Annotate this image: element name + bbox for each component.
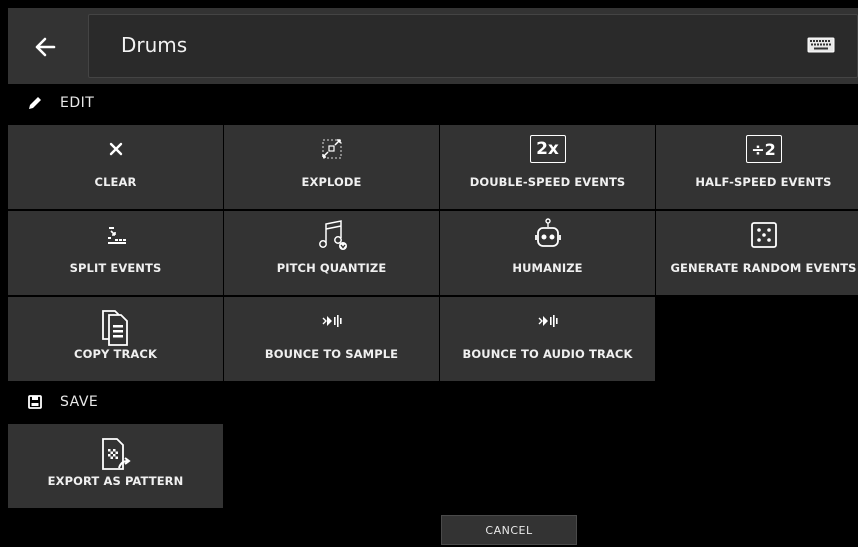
bounce-icon — [224, 297, 439, 341]
bounce-to-sample-label: BOUNCE TO SAMPLE — [264, 347, 399, 361]
double-speed-events-label: DOUBLE-SPEED EVENTS — [469, 175, 626, 189]
half-speed-events-label: HALF-SPEED EVENTS — [695, 175, 832, 189]
double-speed-icon-text: 2x — [536, 139, 559, 159]
explode-button[interactable]: EXPLODE — [224, 125, 439, 209]
pencil-icon — [26, 94, 44, 112]
double-speed-icon: 2x — [440, 125, 655, 169]
copy-track-button[interactable]: COPY TRACK — [8, 297, 223, 381]
humanize-label: HUMANIZE — [512, 261, 583, 275]
half-speed-events-button[interactable]: ÷2 HALF-SPEED EVENTS — [656, 125, 858, 209]
pitch-quantize-button[interactable]: PITCH QUANTIZE — [224, 211, 439, 295]
copy-track-label: COPY TRACK — [74, 347, 157, 361]
floppy-icon — [26, 393, 44, 411]
header-bar: Drums — [8, 8, 858, 84]
explode-label: EXPLODE — [301, 175, 362, 189]
half-speed-icon-text: ÷2 — [751, 139, 776, 159]
copy-track-icon — [8, 297, 223, 347]
dice-icon — [656, 211, 858, 255]
arrow-left-icon — [35, 37, 56, 57]
pitch-quantize-icon — [224, 211, 439, 255]
robot-icon — [440, 211, 655, 255]
bounce-to-sample-button[interactable]: BOUNCE TO SAMPLE — [224, 297, 439, 381]
split-events-icon — [8, 211, 223, 255]
export-as-pattern-button[interactable]: EXPORT AS PATTERN — [8, 424, 223, 508]
save-section-header: SAVE — [8, 382, 858, 422]
save-section-label: SAVE — [60, 394, 99, 410]
explode-icon — [224, 125, 439, 169]
bounce-to-audio-track-label: BOUNCE TO AUDIO TRACK — [462, 347, 633, 361]
clear-label: CLEAR — [94, 175, 137, 189]
edit-section-header: EDIT — [8, 83, 858, 123]
clear-button[interactable]: CLEAR — [8, 125, 223, 209]
half-speed-icon: ÷2 — [656, 125, 858, 169]
edit-section-label: EDIT — [60, 95, 95, 111]
keyboard-button[interactable] — [807, 37, 835, 57]
pitch-quantize-label: PITCH QUANTIZE — [276, 261, 387, 275]
humanize-button[interactable]: HUMANIZE — [440, 211, 655, 295]
keyboard-icon — [807, 37, 835, 53]
split-events-label: SPLIT EVENTS — [69, 261, 162, 275]
export-as-pattern-label: EXPORT AS PATTERN — [47, 474, 184, 488]
track-name: Drums — [121, 33, 188, 57]
close-icon — [8, 125, 223, 169]
cancel-button[interactable]: CANCEL — [441, 515, 577, 545]
export-pattern-icon — [8, 424, 223, 474]
double-speed-events-button[interactable]: 2x DOUBLE-SPEED EVENTS — [440, 125, 655, 209]
generate-random-events-button[interactable]: GENERATE RANDOM EVENTS — [656, 211, 858, 295]
bounce-icon — [440, 297, 655, 341]
track-name-field[interactable]: Drums — [88, 14, 858, 78]
generate-random-events-label: GENERATE RANDOM EVENTS — [670, 261, 857, 275]
back-button[interactable] — [28, 30, 62, 64]
split-events-button[interactable]: SPLIT EVENTS — [8, 211, 223, 295]
bounce-to-audio-track-button[interactable]: BOUNCE TO AUDIO TRACK — [440, 297, 655, 381]
